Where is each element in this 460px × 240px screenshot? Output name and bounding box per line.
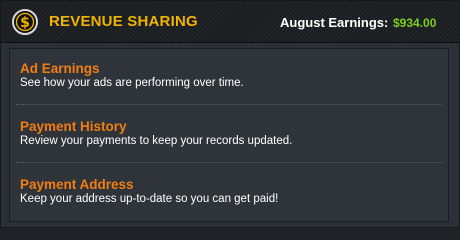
ad-earnings-title: Ad Earnings <box>20 61 100 76</box>
widget-header: $ REVENUE SHARING August Earnings: $934.… <box>1 1 459 43</box>
links-panel: Ad Earnings See how your ads are perform… <box>9 48 449 222</box>
widget-title: REVENUE SHARING <box>49 13 198 30</box>
payment-address-title: Payment Address <box>20 177 134 192</box>
earnings-value: $934.00 <box>393 16 437 30</box>
divider <box>16 162 442 163</box>
revenue-sharing-widget: $ REVENUE SHARING August Earnings: $934.… <box>0 0 460 228</box>
payment-history-link[interactable]: Payment History Review your payments to … <box>10 119 448 153</box>
dollar-coin-icon: $ <box>12 9 38 35</box>
payment-address-description: Keep your address up-to-date so you can … <box>20 193 279 205</box>
earnings-label: August Earnings: <box>280 15 389 30</box>
divider <box>16 104 442 105</box>
ad-earnings-description: See how your ads are performing over tim… <box>20 77 244 89</box>
payment-history-title: Payment History <box>20 119 127 134</box>
ad-earnings-link[interactable]: Ad Earnings See how your ads are perform… <box>10 61 448 95</box>
payment-address-link[interactable]: Payment Address Keep your address up-to-… <box>10 177 448 211</box>
payment-history-description: Review your payments to keep your record… <box>20 135 293 147</box>
svg-text:$: $ <box>20 15 30 31</box>
